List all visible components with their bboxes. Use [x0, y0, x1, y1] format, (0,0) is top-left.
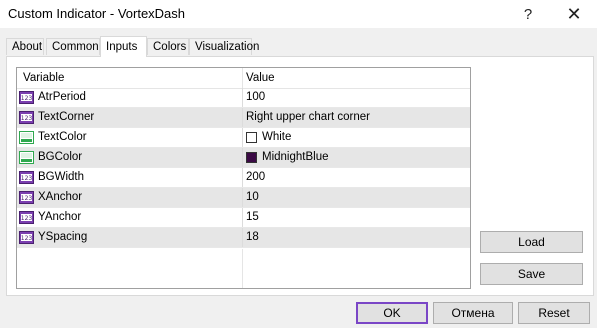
tab-inputs[interactable]: Inputs: [100, 36, 147, 57]
svg-text:123: 123: [21, 195, 33, 202]
int-icon: 123: [19, 171, 34, 184]
grid-header: Variable Value: [17, 68, 470, 89]
tab-colors[interactable]: Colors: [147, 38, 189, 55]
color-swatch[interactable]: [246, 132, 257, 143]
column-separator: [242, 208, 243, 227]
variable-name: BGColor: [38, 151, 83, 163]
variable-value[interactable]: 100: [246, 91, 265, 103]
grid-row[interactable]: 123 TextCorner Right upper chart corner: [17, 108, 470, 128]
svg-text:123: 123: [21, 115, 33, 122]
variable-name: AtrPeriod: [38, 91, 86, 103]
variable-name: TextCorner: [38, 111, 95, 123]
reset-button[interactable]: Reset: [518, 302, 590, 324]
variable-name: BGWidth: [38, 171, 85, 183]
column-separator[interactable]: [242, 68, 243, 88]
grid-row[interactable]: 123 XAnchor 10: [17, 188, 470, 208]
variable-value[interactable]: 200: [246, 171, 265, 183]
int-icon: 123: [19, 111, 34, 124]
grid-row[interactable]: 123 AtrPeriod 100: [17, 88, 470, 108]
help-button[interactable]: ?: [505, 0, 551, 28]
column-separator: [242, 108, 243, 127]
save-button[interactable]: Save: [480, 263, 583, 285]
inputs-grid: Variable Value 123 AtrPeriod 100 123 TextCor…: [16, 67, 471, 289]
color-icon: [19, 131, 34, 144]
load-button[interactable]: Load: [480, 231, 583, 253]
column-separator: [242, 228, 243, 247]
column-separator: [242, 128, 243, 147]
window-title: Custom Indicator - VortexDash: [8, 6, 186, 21]
column-separator: [242, 188, 243, 207]
title-bar: Custom Indicator - VortexDash ? ✕: [0, 0, 597, 28]
header-value[interactable]: Value: [246, 72, 275, 84]
column-separator: [242, 168, 243, 187]
variable-value[interactable]: White: [262, 131, 291, 143]
int-icon: 123: [19, 211, 34, 224]
svg-text:123: 123: [21, 95, 33, 102]
grid-row[interactable]: TextColor White: [17, 128, 470, 148]
column-separator: [242, 88, 243, 107]
grid-row[interactable]: 123 BGWidth 200: [17, 168, 470, 188]
tab-common[interactable]: Common: [46, 38, 100, 55]
int-icon: 123: [19, 231, 34, 244]
grid-row[interactable]: 123 YAnchor 15: [17, 208, 470, 228]
variable-value[interactable]: 18: [246, 231, 259, 243]
variable-name: YAnchor: [38, 211, 82, 223]
grid-row[interactable]: BGColor MidnightBlue: [17, 148, 470, 168]
svg-text:123: 123: [21, 235, 33, 242]
svg-text:123: 123: [21, 175, 33, 182]
cancel-button[interactable]: Отмена: [433, 302, 513, 324]
grid-row[interactable]: 123 YSpacing 18: [17, 228, 470, 248]
variable-value[interactable]: 10: [246, 191, 259, 203]
column-separator-tail: [242, 249, 243, 288]
column-separator: [242, 148, 243, 167]
variable-value[interactable]: Right upper chart corner: [246, 111, 370, 123]
close-button[interactable]: ✕: [551, 0, 597, 28]
variable-value[interactable]: 15: [246, 211, 259, 223]
color-icon: [19, 151, 34, 164]
tab-visualization[interactable]: Visualization: [189, 38, 259, 55]
color-swatch[interactable]: [246, 152, 257, 163]
header-variable[interactable]: Variable: [23, 72, 64, 84]
ok-button[interactable]: OK: [356, 302, 428, 324]
variable-value[interactable]: MidnightBlue: [262, 151, 328, 163]
int-icon: 123: [19, 191, 34, 204]
variable-name: XAnchor: [38, 191, 83, 203]
tab-about[interactable]: About: [6, 38, 44, 55]
variable-name: YSpacing: [38, 231, 88, 243]
svg-text:123: 123: [21, 215, 33, 222]
int-icon: 123: [19, 91, 34, 104]
variable-name: TextColor: [38, 131, 87, 143]
